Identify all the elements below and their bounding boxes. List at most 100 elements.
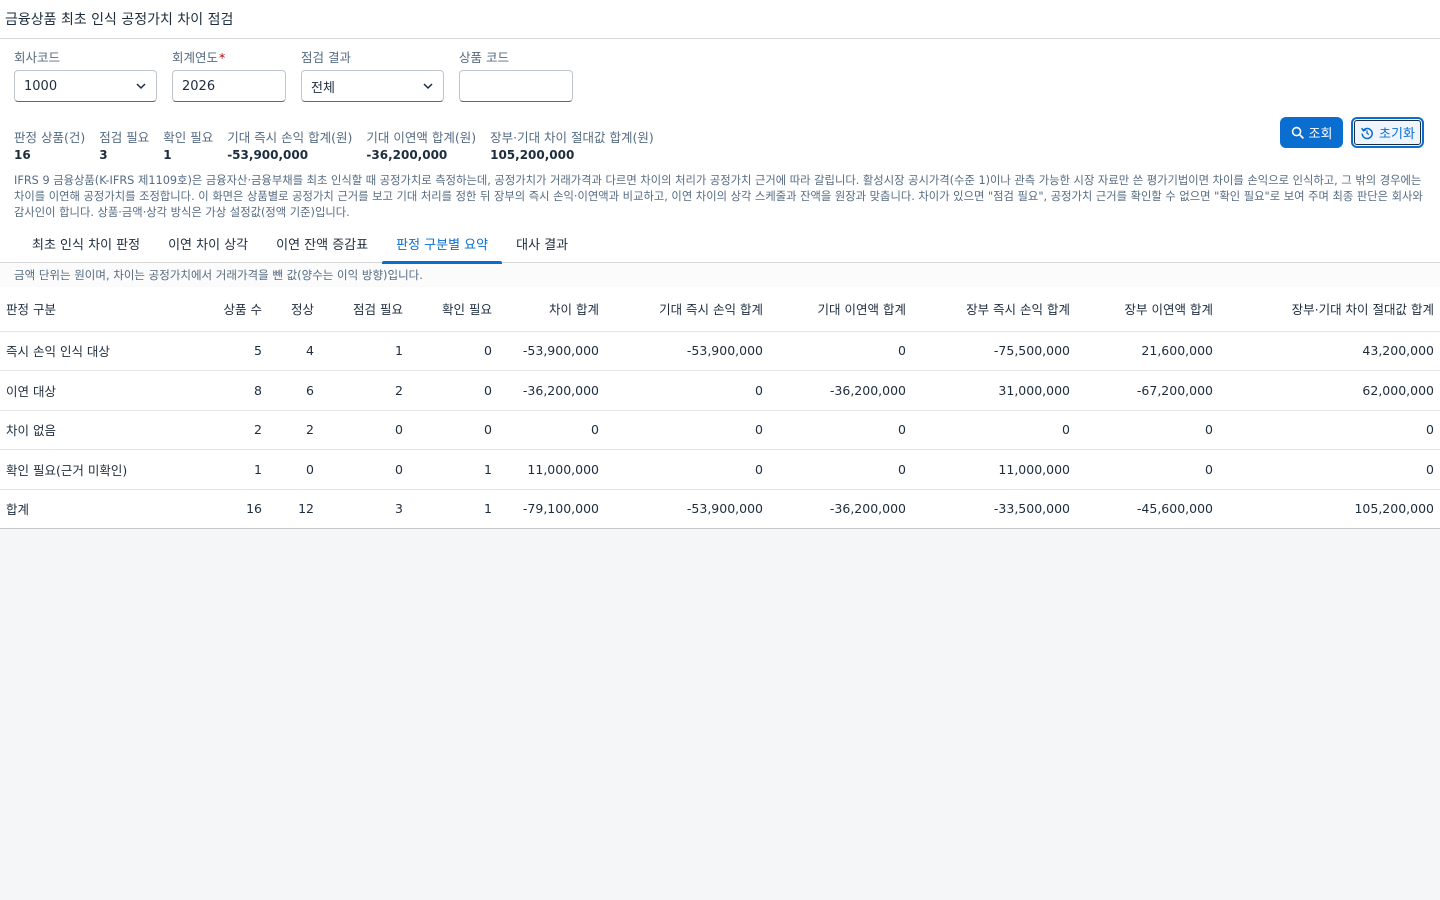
- tab-deferred-amortization[interactable]: 이연 차이 상각: [154, 224, 262, 263]
- table-cell: -53,900,000: [605, 331, 769, 371]
- column-header[interactable]: 정상: [268, 287, 320, 332]
- table-row[interactable]: 즉시 손익 인식 대상 5 4 1 0 -53,900,000 -53,900,…: [0, 331, 1440, 371]
- search-icon: [1291, 126, 1304, 139]
- column-header[interactable]: 기대 이연액 합계: [769, 287, 912, 332]
- table-cell: 8: [200, 370, 268, 411]
- summary-table: 판정 구분 상품 수 정상 점검 필요 확인 필요 차이 합계 기대 즉시 손익…: [0, 287, 1440, 529]
- table-cell: 0: [409, 410, 498, 450]
- tab-deferred-balance[interactable]: 이연 잔액 증감표: [262, 224, 382, 263]
- column-header[interactable]: 장부 즉시 손익 합계: [912, 287, 1076, 332]
- company-value: 1000: [24, 78, 58, 94]
- table-cell: -79,100,000: [498, 489, 605, 529]
- kpi-expected-pl: 기대 즉시 손익 합계(원) -53,900,000: [227, 127, 352, 162]
- kpi-value: -36,200,000: [366, 148, 448, 162]
- table-cell: 0: [409, 331, 498, 371]
- kpi-value: 1: [163, 148, 172, 162]
- column-header[interactable]: 장부 이연액 합계: [1076, 287, 1219, 332]
- product-label: 상품 코드: [459, 50, 509, 65]
- filter-result: 점검 결과 전체: [301, 47, 444, 102]
- table-cell: 0: [320, 449, 409, 490]
- filter-header: 회사코드 1000 회계연도* 2026 점검 결과 전체 상품 코드 조회 초…: [0, 39, 1440, 224]
- product-input[interactable]: [459, 70, 573, 102]
- table-cell: 3: [320, 489, 409, 529]
- table-cell: 이연 대상: [0, 370, 200, 411]
- year-label-text: 회계연도: [172, 50, 219, 65]
- column-header[interactable]: 확인 필요: [409, 287, 498, 332]
- column-header[interactable]: 기대 즉시 손익 합계: [605, 287, 769, 332]
- table-cell: 합계: [0, 489, 200, 529]
- table-cell: 0: [912, 410, 1076, 450]
- table-cell: 0: [268, 449, 320, 490]
- table-cell: 0: [605, 449, 769, 490]
- table-cell: -45,600,000: [1076, 489, 1219, 529]
- result-select[interactable]: 전체: [301, 70, 444, 102]
- table-cell: 16: [200, 489, 268, 529]
- kpi-value: -53,900,000: [227, 148, 309, 162]
- table-cell: -36,200,000: [769, 489, 912, 529]
- chevron-down-icon: [423, 83, 433, 90]
- description-text: IFRS 9 금융상품(K-IFRS 제1109호)은 금융자산·금융부채를 최…: [14, 174, 1423, 219]
- table-cell: 차이 없음: [0, 410, 200, 450]
- page-title: 금융상품 최초 인식 공정가치 차이 점검: [5, 12, 234, 28]
- year-label: 회계연도*: [172, 47, 286, 65]
- unit-note: 금액 단위는 원이며, 차이는 공정가치에서 거래가격을 뺀 값(양수는 이익 …: [0, 263, 1440, 287]
- chevron-down-icon: [136, 83, 146, 90]
- table-cell-warning: 62,000,000: [1219, 370, 1440, 411]
- table-header-row: 판정 구분 상품 수 정상 점검 필요 확인 필요 차이 합계 기대 즉시 손익…: [0, 287, 1440, 332]
- table-row[interactable]: 차이 없음 2 2 0 0 0 0 0 0 0 0: [0, 410, 1440, 450]
- table-cell: 31,000,000: [912, 370, 1076, 411]
- table-cell: 2: [200, 410, 268, 450]
- table-cell: 1: [409, 489, 498, 529]
- table-cell: 0: [769, 449, 912, 490]
- table-cell: 0: [769, 331, 912, 371]
- table-row[interactable]: 이연 대상 8 6 2 0 -36,200,000 0 -36,200,000 …: [0, 370, 1440, 411]
- table-cell: 21,600,000: [1076, 331, 1219, 371]
- table-cell-warning: 43,200,000: [1219, 331, 1440, 371]
- table-cell: 5: [200, 331, 268, 371]
- kpi-abs-diff: 장부·기대 차이 절대값 합계(원) 105,200,000: [490, 127, 654, 162]
- kpi-label: 기대 즉시 손익 합계(원): [227, 130, 353, 145]
- table-cell: 0: [320, 410, 409, 450]
- table-cell: 1: [320, 331, 409, 371]
- column-header[interactable]: 점검 필요: [320, 287, 409, 332]
- table-cell: 0: [1076, 410, 1219, 450]
- table-cell: 0: [409, 370, 498, 411]
- table-cell: -36,200,000: [769, 370, 912, 411]
- reset-icon: [1361, 127, 1373, 139]
- table-cell: 6: [268, 370, 320, 411]
- year-value: 2026: [182, 78, 216, 94]
- table-total-row[interactable]: 합계 16 12 3 1 -79,100,000 -53,900,000 -36…: [0, 489, 1440, 529]
- table-cell: 0: [1219, 449, 1440, 490]
- required-mark: *: [219, 50, 226, 65]
- table-cell: -36,200,000: [498, 370, 605, 411]
- kpi-check-needed: 점검 필요 3: [99, 127, 149, 162]
- tab-initial-recognition[interactable]: 최초 인식 차이 판정: [18, 224, 154, 263]
- kpi-strip: 판정 상품(건) 16 점검 필요 3 확인 필요 1 기대 즉시 손익 합계(원) -…: [14, 127, 668, 162]
- kpi-label: 확인 필요: [163, 130, 214, 145]
- table-cell: 0: [1219, 410, 1440, 450]
- table-cell: -75,500,000: [912, 331, 1076, 371]
- filter-company: 회사코드 1000: [14, 47, 157, 102]
- year-input[interactable]: 2026: [172, 70, 286, 102]
- company-select[interactable]: 1000: [14, 70, 157, 102]
- column-header[interactable]: 장부·기대 차이 절대값 합계: [1219, 287, 1440, 332]
- table-row[interactable]: 확인 필요(근거 미확인) 1 0 0 1 11,000,000 0 0 11,…: [0, 449, 1440, 490]
- table-cell: 0: [605, 370, 769, 411]
- column-header[interactable]: 차이 합계: [498, 287, 605, 332]
- table-cell: 1: [200, 449, 268, 490]
- reset-button[interactable]: 초기화: [1351, 117, 1424, 148]
- table-cell: 11,000,000: [912, 449, 1076, 490]
- tab-reconciliation[interactable]: 대사 결과: [502, 224, 582, 263]
- search-button[interactable]: 조회: [1280, 117, 1343, 148]
- table-cell: -67,200,000: [1076, 370, 1219, 411]
- kpi-value: 105,200,000: [490, 148, 575, 162]
- search-button-label: 조회: [1308, 127, 1333, 142]
- column-header[interactable]: 상품 수: [200, 287, 268, 332]
- kpi-label: 기대 이연액 합계(원): [366, 130, 477, 145]
- table-cell: 2: [320, 370, 409, 411]
- table-cell: 2: [268, 410, 320, 450]
- table-cell: 1: [409, 449, 498, 490]
- tab-summary-by-category[interactable]: 판정 구분별 요약: [382, 224, 503, 264]
- column-header[interactable]: 판정 구분: [0, 287, 200, 332]
- kpi-value: 16: [14, 148, 31, 162]
